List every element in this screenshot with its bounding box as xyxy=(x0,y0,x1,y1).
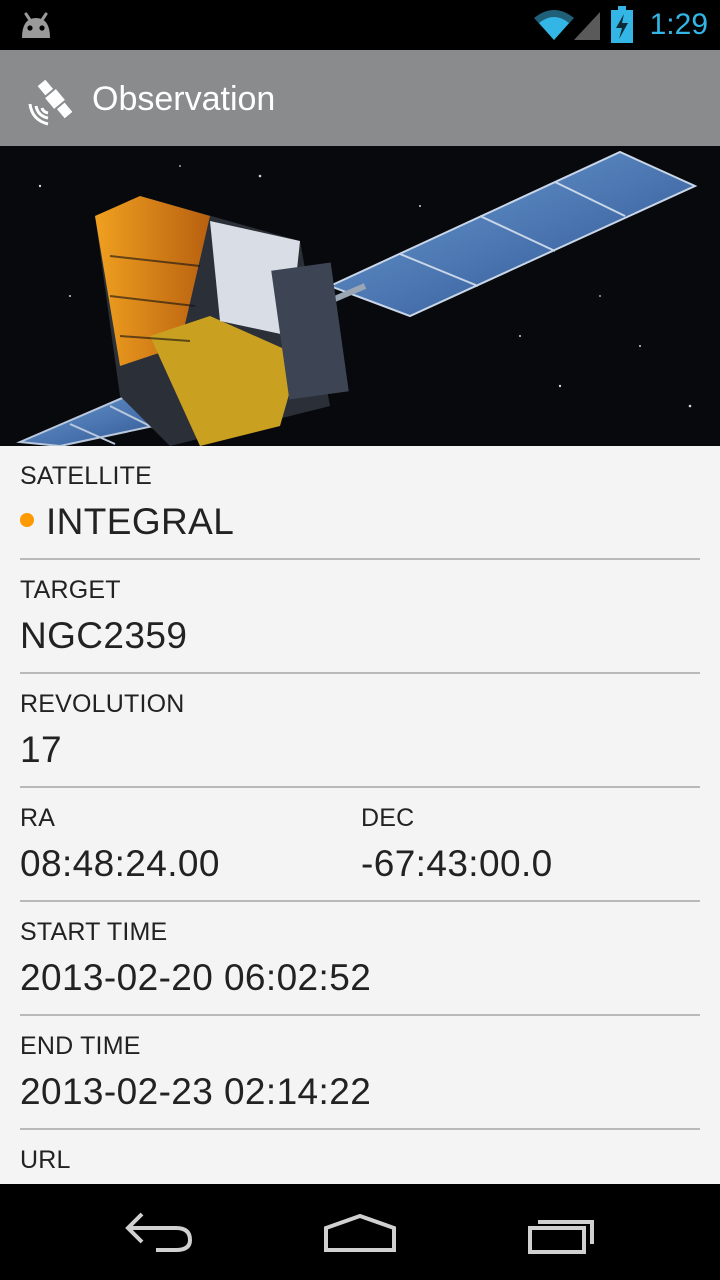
action-bar: Observation xyxy=(0,50,720,146)
ra-field: RA 08:48:24.00 xyxy=(20,804,350,885)
start-time-label: START TIME xyxy=(20,918,168,946)
target-field: TARGET NGC2359 xyxy=(20,576,700,657)
target-label: TARGET xyxy=(20,576,121,604)
status-clock: 1:29 xyxy=(649,8,708,41)
end-time-label: END TIME xyxy=(20,1032,141,1060)
signal-icon xyxy=(574,12,600,40)
divider xyxy=(20,786,700,788)
start-time-value: 2013-02-20 06:02:52 xyxy=(20,957,372,998)
observation-details: SATELLITE INTEGRAL TARGET NGC2359 REVOLU… xyxy=(0,446,720,1184)
dec-label: DEC xyxy=(361,804,415,832)
divider xyxy=(20,1014,700,1016)
target-value: NGC2359 xyxy=(20,615,188,656)
ra-value: 08:48:24.00 xyxy=(20,843,220,884)
home-icon[interactable] xyxy=(320,1206,400,1258)
battery-charging-icon xyxy=(611,6,633,43)
recent-apps-icon[interactable] xyxy=(524,1206,604,1258)
divider xyxy=(20,1128,700,1130)
divider xyxy=(20,558,700,560)
back-icon[interactable] xyxy=(120,1206,200,1258)
ra-label: RA xyxy=(20,804,56,832)
revolution-label: REVOLUTION xyxy=(20,690,185,718)
navigation-bar xyxy=(0,1184,720,1280)
start-time-field: START TIME 2013-02-20 06:02:52 xyxy=(20,918,700,999)
status-dot-icon xyxy=(20,513,34,528)
wifi-icon xyxy=(534,10,574,40)
satellite-icon[interactable] xyxy=(26,70,84,128)
satellite-label: SATELLITE xyxy=(20,462,152,490)
divider xyxy=(20,672,700,674)
satellite-field: SATELLITE INTEGRAL xyxy=(20,462,700,543)
url-field[interactable]: URL xyxy=(20,1146,700,1175)
end-time-field: END TIME 2013-02-23 02:14:22 xyxy=(20,1032,700,1113)
dec-value: -67:43:00.0 xyxy=(361,843,553,884)
satellite-image xyxy=(0,146,720,446)
url-label: URL xyxy=(20,1146,71,1174)
divider xyxy=(20,900,700,902)
end-time-value: 2013-02-23 02:14:22 xyxy=(20,1071,372,1112)
dec-field: DEC -67:43:00.0 xyxy=(361,804,700,885)
page-title: Observation xyxy=(92,80,276,118)
satellite-value: INTEGRAL xyxy=(46,501,235,542)
satellite-value-row: INTEGRAL xyxy=(20,501,700,543)
android-icon xyxy=(22,12,50,38)
status-bar: 1:29 xyxy=(0,0,720,50)
revolution-value: 17 xyxy=(20,729,62,770)
revolution-field: REVOLUTION 17 xyxy=(20,690,700,771)
